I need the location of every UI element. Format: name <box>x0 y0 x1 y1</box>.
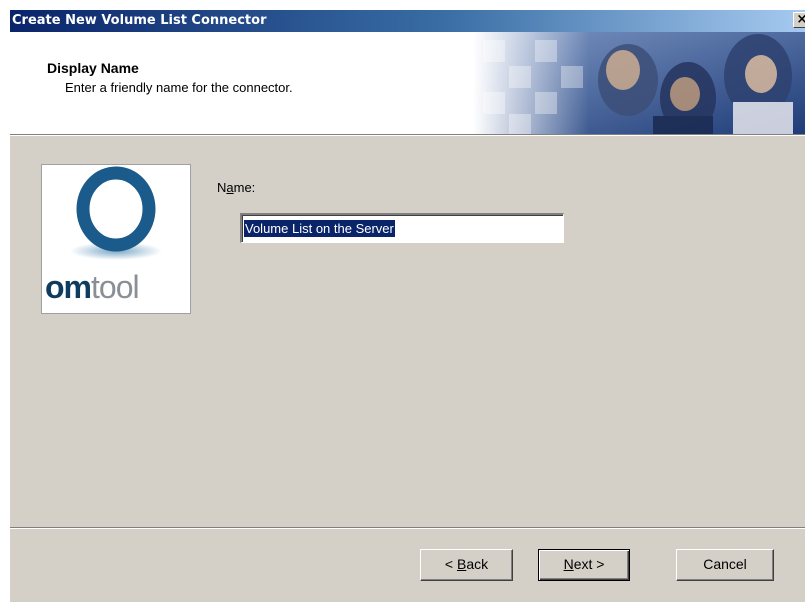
page-subtitle: Enter a friendly name for the connector. <box>65 80 293 95</box>
header-divider-highlight <box>10 135 805 136</box>
window-title: Create New Volume List Connector <box>12 13 267 28</box>
people-collage-icon <box>473 32 805 134</box>
next-button[interactable]: Next > <box>538 549 630 581</box>
header-banner-image <box>473 32 805 134</box>
name-field-label: Name: <box>217 180 256 195</box>
wizard-dialog: Create New Volume List Connector × Displ… <box>10 10 805 602</box>
footer-divider-highlight <box>10 528 805 529</box>
cancel-button[interactable]: Cancel <box>676 549 774 581</box>
title-bar[interactable]: Create New Volume List Connector × <box>10 10 805 32</box>
name-input-value[interactable]: Volume List on the Server <box>244 220 395 237</box>
name-input[interactable]: Volume List on the Server <box>240 213 564 243</box>
page-title: Display Name <box>47 60 139 76</box>
wizard-header: Display Name Enter a friendly name for t… <box>10 32 805 134</box>
omtool-logo: omtool <box>41 164 191 314</box>
back-button[interactable]: < Back <box>420 549 513 581</box>
omtool-wordmark: omtool <box>45 269 140 305</box>
omtool-ring-icon <box>70 166 162 260</box>
close-icon: × <box>796 12 805 27</box>
close-button[interactable]: × <box>793 12 805 28</box>
